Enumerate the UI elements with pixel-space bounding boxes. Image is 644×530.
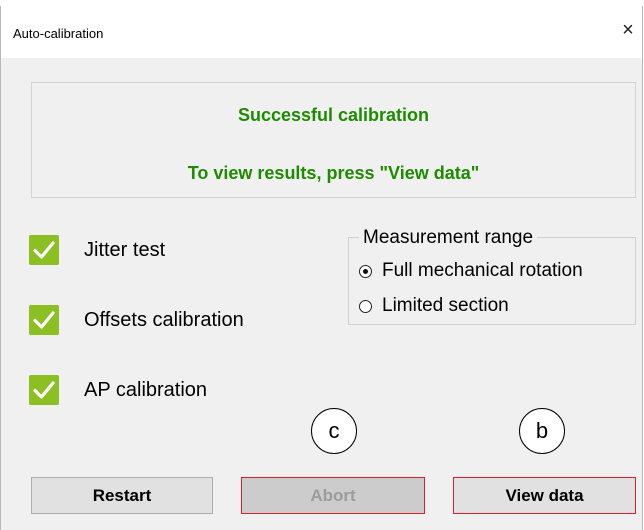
status-message: Successful calibration (237, 105, 430, 125)
checkmark-icon (29, 375, 59, 405)
checkmark-icon (29, 235, 59, 265)
radio-unselected-icon (359, 300, 372, 313)
measurement-range-title: Measurement range (359, 227, 538, 249)
status-panel: Successful calibration To view results, … (31, 82, 636, 198)
restart-button[interactable]: Restart (31, 477, 213, 514)
close-icon[interactable]: × (618, 20, 638, 40)
abort-button[interactable]: Abort (241, 477, 425, 514)
callout-c: c (311, 408, 357, 454)
ap-calibration-label: AP calibration (84, 379, 208, 401)
window-title: Auto-calibration (13, 26, 104, 41)
limited-section-label: Limited section (382, 295, 509, 316)
checkmark-icon (29, 305, 59, 335)
full-rotation-label: Full mechanical rotation (382, 260, 583, 281)
view-data-button[interactable]: View data (453, 477, 636, 514)
title-bar: Auto-calibration × (1, 6, 642, 58)
measurement-range-group: Measurement range Full mechanical rotati… (348, 227, 636, 325)
jitter-test-label: Jitter test (84, 239, 166, 261)
callout-b: b (519, 408, 565, 454)
status-instruction: To view results, press "View data" (187, 163, 480, 183)
radio-selected-icon (359, 265, 372, 278)
offsets-calibration-label: Offsets calibration (84, 309, 244, 331)
